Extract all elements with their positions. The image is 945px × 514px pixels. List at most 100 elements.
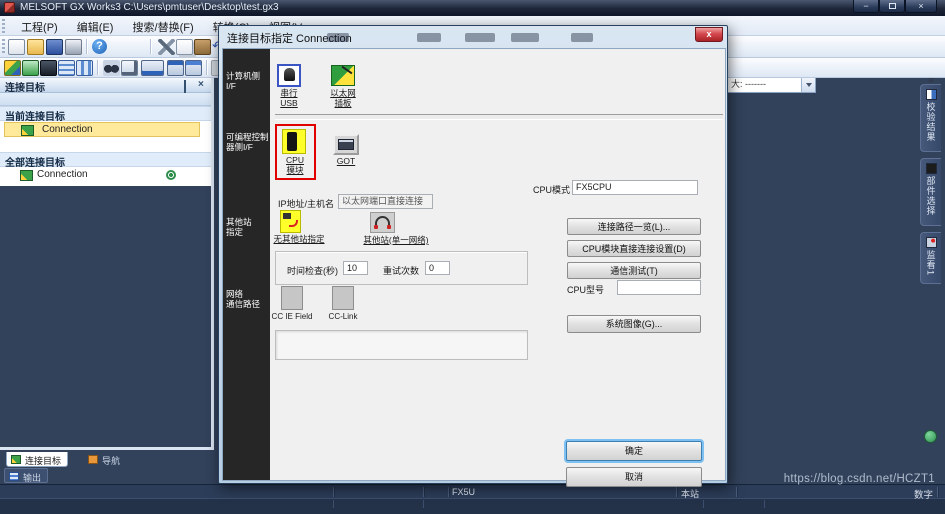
panel-close-icon[interactable]: × — [198, 79, 204, 90]
tab-label: 监看1 — [925, 250, 938, 276]
zoom-combobox-arrow[interactable] — [801, 77, 815, 92]
statusbar: FX5U 本站 — [0, 484, 945, 498]
restore-button[interactable] — [879, 0, 905, 13]
cpu-mode-field[interactable]: FX5CPU — [572, 180, 698, 195]
system-image-button[interactable]: 系统图像(G)... — [567, 315, 701, 333]
dialog-body: 计算机侧I/F 可编程控制器侧I/F 其他站指定 网络通信路径 串行USB 以太… — [222, 48, 726, 481]
got-caption[interactable]: GOT — [333, 157, 359, 167]
serial-usb-caption[interactable]: 串行USB — [267, 89, 311, 108]
panel-content: 当前连接目标 Connection 全部连接目标 Connection — [0, 106, 211, 186]
cut-icon[interactable] — [158, 39, 175, 55]
dialog-category-column: 计算机侧I/F 可编程控制器侧I/F 其他站指定 网络通信路径 — [223, 49, 270, 480]
new-project-icon[interactable] — [8, 39, 25, 55]
other-station-label: 其他站指定 — [226, 217, 252, 237]
print-icon[interactable] — [65, 39, 82, 55]
cpu-module-caption[interactable]: CPU模块 — [275, 156, 315, 175]
all-connection-label: Connection — [37, 169, 88, 180]
statusbar-cpu-type: FX5U — [452, 487, 475, 497]
green-indicator-icon — [924, 430, 937, 443]
tab-label: 导航 — [102, 456, 120, 466]
cpu-module-icon[interactable] — [282, 129, 306, 154]
watermark-fragment: 数字 — [914, 487, 933, 501]
cc-link-caption[interactable]: CC-Link — [323, 312, 363, 322]
time-check-field[interactable]: 10 — [343, 261, 368, 275]
menubar-grip — [2, 19, 5, 33]
ethernet-board-icon[interactable] — [331, 65, 355, 86]
tab-element-selection[interactable]: 部件选择 — [920, 158, 941, 226]
tab-connection-destination[interactable]: 连接目标 — [6, 452, 68, 467]
window-title: MELSOFT GX Works3 C:\Users\pmtuser\Deskt… — [20, 2, 279, 13]
close-button[interactable]: × — [905, 0, 937, 13]
panel-titlebar: 连接目标 × — [0, 78, 211, 93]
toolbar-separator — [206, 60, 207, 75]
tab-label: 校验结果 — [925, 102, 938, 142]
module-configuration-icon[interactable] — [40, 60, 57, 76]
find-window-icon[interactable] — [121, 60, 138, 76]
statusbar-lower-strip — [0, 498, 945, 514]
device-comment-icon[interactable] — [167, 60, 184, 76]
toolbar-separator — [97, 60, 98, 75]
connection-icon — [11, 455, 21, 464]
no-other-station-caption[interactable]: 无其他站指定 — [261, 235, 337, 245]
retry-count-label: 重试次数 — [383, 264, 419, 277]
tab-navigation[interactable]: 导航 — [84, 452, 126, 467]
got-icon[interactable] — [333, 134, 359, 155]
all-connection-item[interactable]: Connection — [0, 168, 211, 183]
aero-glass-artifact — [511, 33, 539, 42]
cpu-direct-connect-settings-button[interactable]: CPU模块直接连接设置(D) — [567, 240, 701, 257]
no-other-station-icon[interactable] — [280, 210, 301, 233]
verify-result-icon — [926, 89, 937, 100]
window-layout-icon[interactable] — [58, 60, 75, 76]
device-display-dropdown-icon[interactable] — [141, 60, 164, 76]
connection-icon — [20, 170, 33, 181]
section-separator — [275, 114, 723, 120]
toolbar-separator — [150, 39, 151, 54]
window-split-icon[interactable] — [76, 60, 93, 76]
serial-usb-icon[interactable] — [277, 64, 301, 87]
cc-ie-field-caption[interactable]: CC IE Field — [267, 312, 317, 322]
cpu-model-field[interactable] — [617, 280, 701, 295]
open-project-icon[interactable] — [27, 39, 44, 55]
copy-icon[interactable] — [176, 39, 193, 55]
pc-side-label: 计算机侧I/F — [226, 71, 260, 91]
zoom-combobox-value: 大: ------- — [731, 79, 766, 89]
statusbar-divider — [448, 487, 449, 497]
cc-link-icon[interactable] — [332, 286, 354, 310]
cpu-mode-label: CPU模式 — [533, 183, 570, 196]
communication-test-button[interactable]: 通信测试(T) — [567, 262, 701, 279]
time-check-label: 时间检查(秒) — [287, 264, 338, 277]
tab-verify-result[interactable]: 校验结果 — [920, 84, 941, 152]
save-project-icon[interactable] — [46, 39, 63, 55]
output-icon — [9, 472, 19, 481]
navigation-window-icon[interactable] — [4, 60, 21, 76]
cpu-model-label: CPU型号 — [567, 283, 604, 296]
network-route-label: 网络通信路径 — [226, 289, 260, 309]
pin-icon[interactable] — [184, 81, 192, 90]
cc-ie-field-icon[interactable] — [281, 286, 303, 310]
window-titlebar: MELSOFT GX Works3 C:\Users\pmtuser\Deskt… — [0, 0, 945, 16]
zoom-combobox[interactable]: 大: ------- — [726, 76, 816, 93]
menu-edit[interactable]: 编辑(E) — [69, 16, 122, 35]
current-connection-item[interactable]: Connection — [4, 122, 200, 137]
restore-icon — [889, 3, 896, 9]
current-target-radio-icon[interactable] — [166, 170, 176, 180]
other-station-single-network-caption[interactable]: 其他站(单一网络) — [355, 236, 437, 246]
connection-destination-icon[interactable] — [22, 60, 39, 76]
minimize-button[interactable]: − — [853, 0, 879, 13]
connection-path-list-button[interactable]: 连接路径一览(L)... — [567, 218, 701, 235]
menu-project[interactable]: 工程(P) — [13, 16, 66, 35]
other-station-single-network-icon[interactable] — [370, 212, 395, 233]
menu-search-replace[interactable]: 搜索/替换(F) — [125, 16, 202, 35]
help-icon[interactable]: ? — [92, 39, 107, 54]
ip-hostname-field[interactable]: 以太网端口直接连接 — [338, 194, 433, 209]
tab-watch-1[interactable]: 监看1 — [920, 232, 941, 284]
dialog-close-button[interactable]: x — [695, 27, 723, 42]
plc-side-label: 可编程控制器侧I/F — [226, 132, 269, 152]
device-memory-icon[interactable] — [185, 60, 202, 76]
tab-output[interactable]: 输出 — [4, 468, 48, 483]
ok-button[interactable]: 确定 — [566, 441, 702, 461]
retry-count-field[interactable]: 0 — [425, 261, 450, 275]
find-icon[interactable] — [103, 60, 120, 76]
chevron-down-icon — [806, 83, 812, 87]
ethernet-board-caption[interactable]: 以太网插板 — [319, 89, 367, 108]
